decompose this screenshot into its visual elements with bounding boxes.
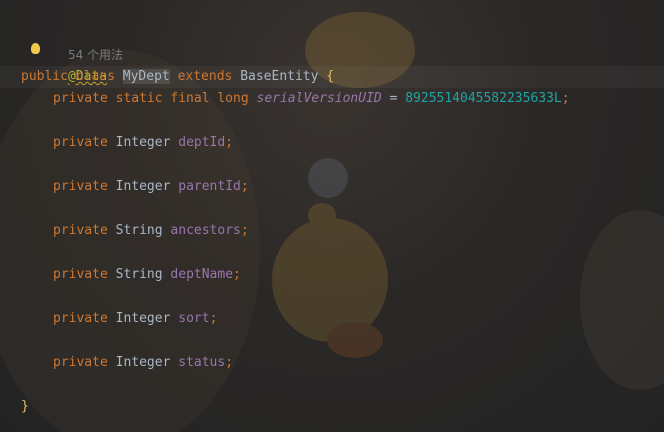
serial-version-line: private static final long serialVersionU… [21,88,570,110]
field-type[interactable]: Integer [116,179,171,194]
class-declaration-line: public class MyDept extends BaseEntity { [21,66,570,88]
field-type[interactable]: Integer [116,311,171,326]
semicolon: ; [233,267,241,282]
open-brace: { [326,69,335,84]
field-name[interactable]: sort [178,311,209,326]
close-brace-line: } [21,396,570,418]
code-editor[interactable]: 54 个用法 @Data public class MyDept extends… [0,0,664,432]
serial-value: 8925514045582235633L [405,91,562,106]
field-line: private String deptName; [21,264,570,286]
field-line: private Integer parentId; [21,176,570,198]
field-name[interactable]: deptId [178,135,225,150]
class-name[interactable]: MyDept [122,69,170,84]
super-class-name[interactable]: BaseEntity [240,69,318,84]
semicolon: ; [209,311,218,326]
annotation-line: @Data [21,44,570,84]
semicolon: ; [561,91,570,106]
keyword-class: class [75,69,115,84]
field-modifier: private [53,267,108,282]
field-line: private Integer deptId; [21,132,570,154]
field-type[interactable]: String [116,267,163,282]
serial-field-name[interactable]: serialVersionUID [257,91,382,106]
field-line: private Integer status; [21,352,570,374]
semicolon: ; [225,355,234,370]
field-line: private String ancestors; [21,220,570,242]
field-modifier: private [53,135,108,150]
semicolon: ; [240,179,249,194]
code-area[interactable]: 54 个用法 @Data public class MyDept extends… [21,22,570,418]
field-line: private Integer sort; [21,308,570,330]
keyword-public: public [21,69,68,84]
field-modifier: private [53,179,108,194]
field-modifier: private [53,311,108,326]
keyword-extends: extends [177,69,233,84]
field-type[interactable]: Integer [116,135,171,150]
field-type[interactable]: String [116,223,163,238]
semicolon: ; [240,223,249,238]
serial-modifiers: private static final long [53,91,249,106]
field-name[interactable]: deptName [170,267,233,282]
close-brace: } [21,399,29,414]
field-type[interactable]: Integer [116,355,171,370]
field-modifier: private [53,223,108,238]
usage-hint-line: 54 个用法 [21,22,570,62]
field-modifier: private [53,355,108,370]
field-name[interactable]: ancestors [170,223,240,238]
field-name[interactable]: status [178,355,225,370]
equals-sign: = [389,91,398,106]
field-name[interactable]: parentId [178,179,241,194]
semicolon: ; [225,135,234,150]
